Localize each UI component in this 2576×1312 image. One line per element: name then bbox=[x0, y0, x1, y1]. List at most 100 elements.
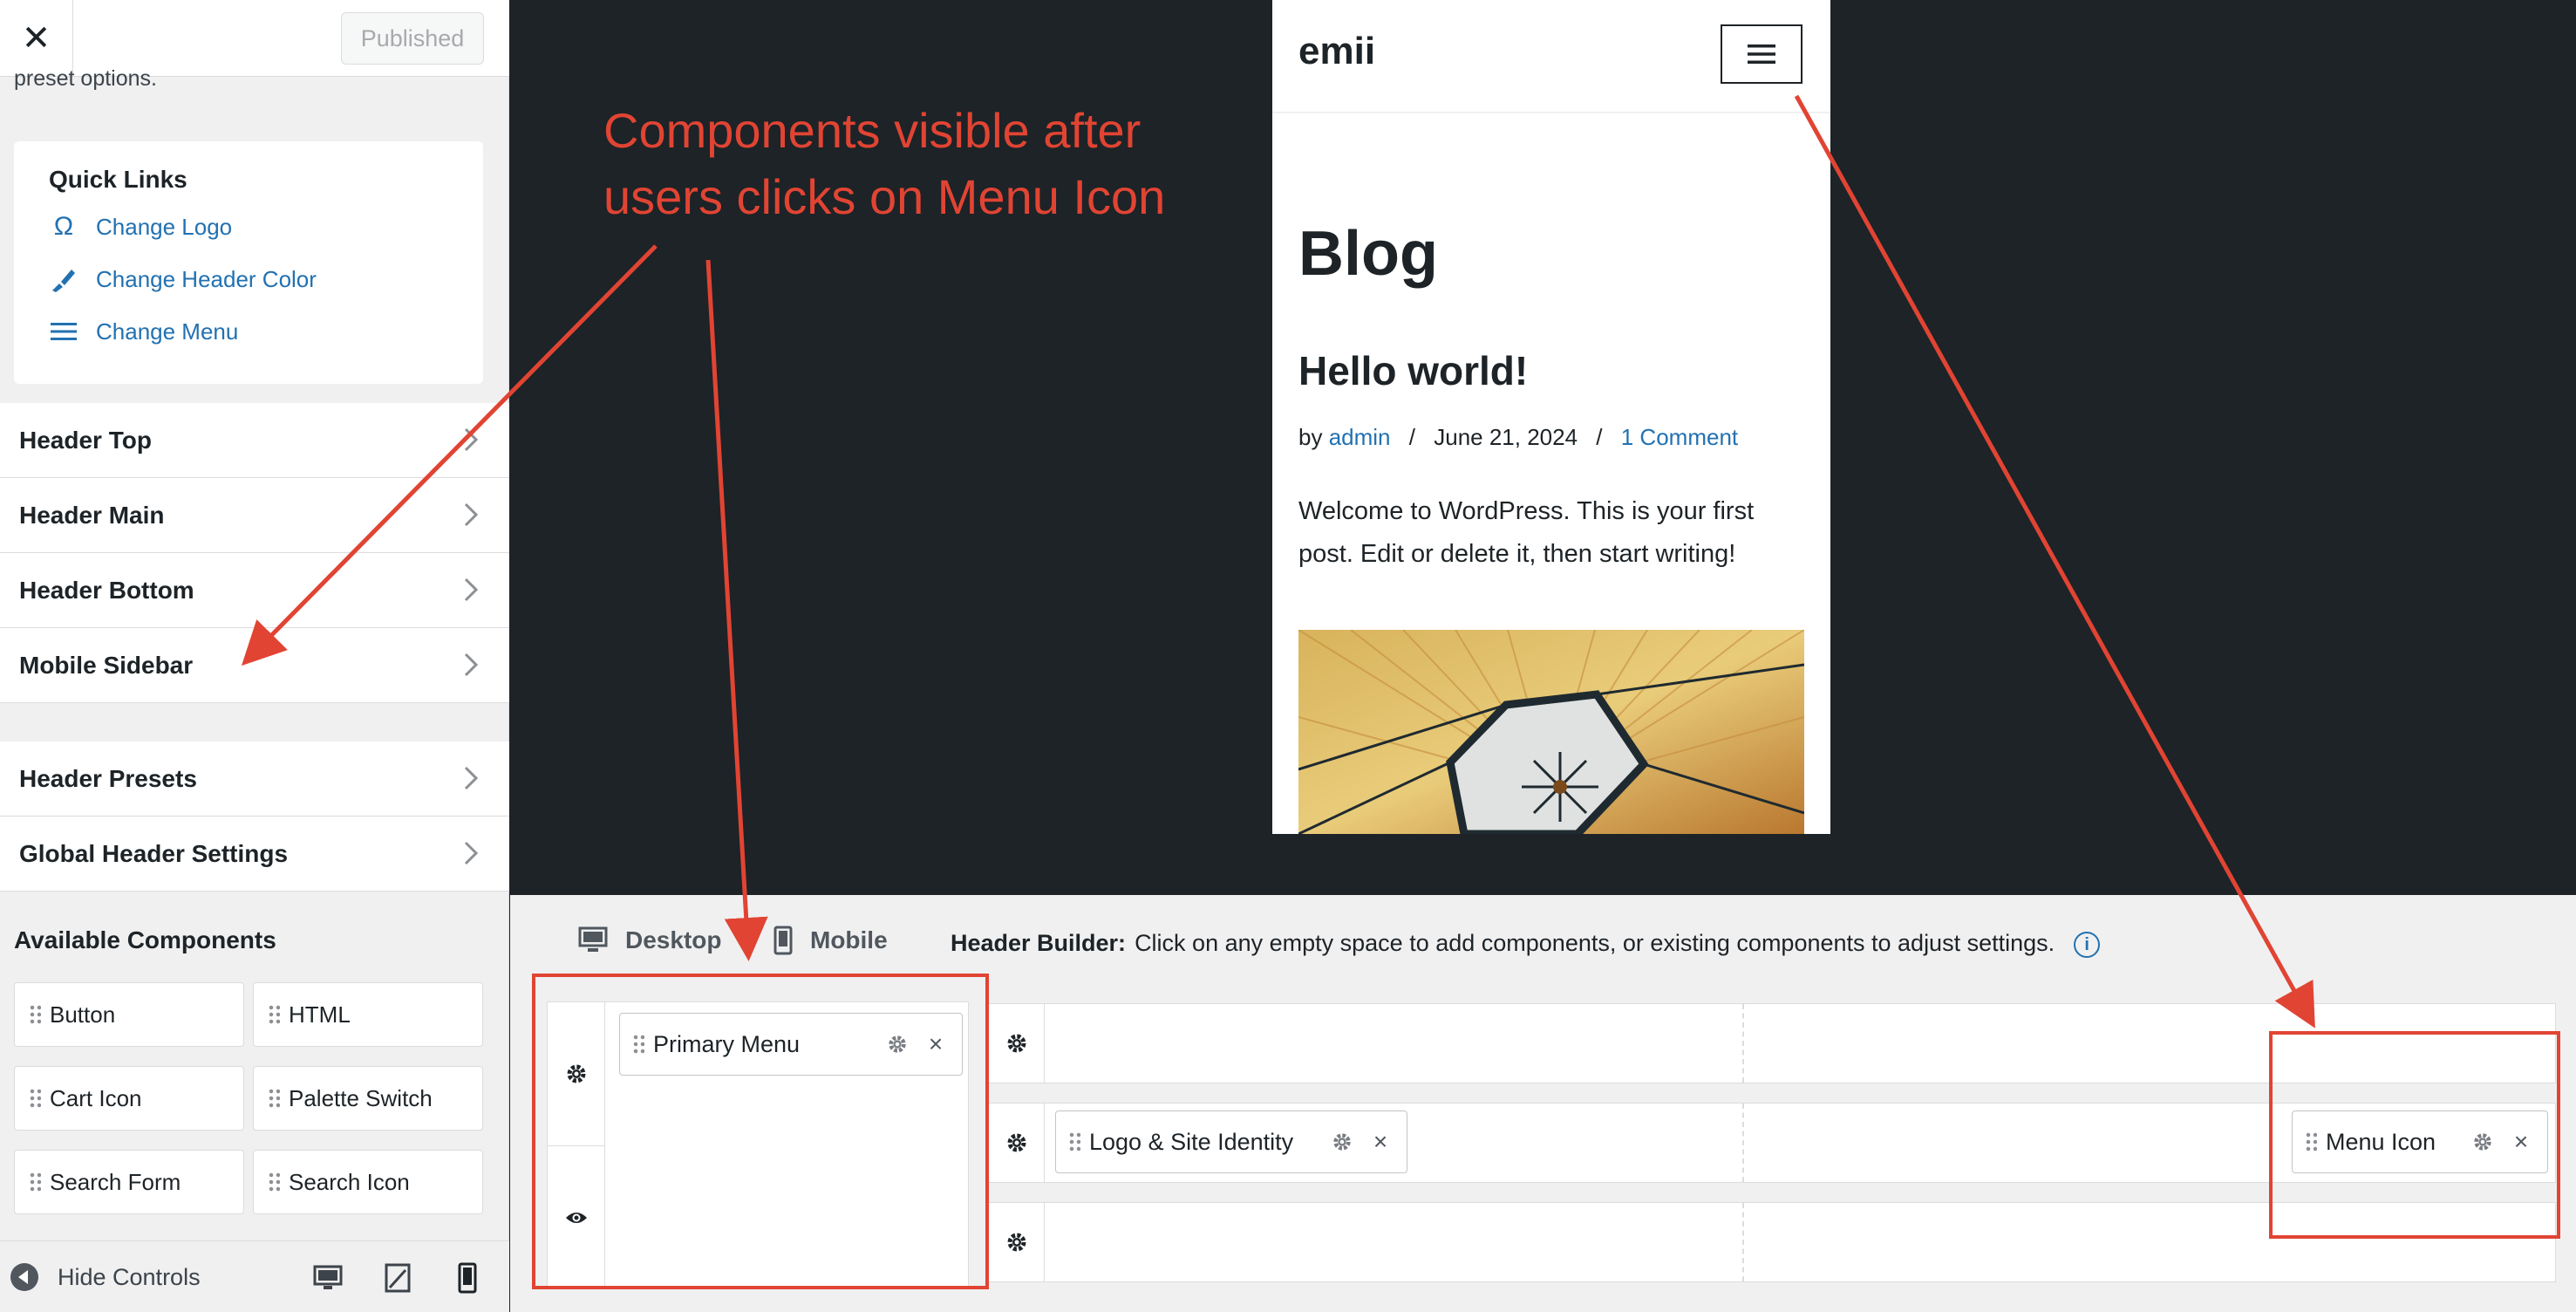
change-menu-link[interactable]: Change Menu bbox=[49, 314, 238, 349]
tab-desktop[interactable]: Desktop bbox=[578, 921, 721, 960]
component-cart-icon[interactable]: Cart Icon bbox=[14, 1066, 244, 1131]
drag-handle-icon bbox=[1068, 1131, 1080, 1152]
drag-handle-icon bbox=[268, 1172, 280, 1192]
post-excerpt: Welcome to WordPress. This is your first… bbox=[1298, 497, 1755, 568]
chevron-right-icon bbox=[464, 653, 479, 677]
component-search-icon[interactable]: Search Icon bbox=[253, 1150, 483, 1214]
component-search-form[interactable]: Search Form bbox=[14, 1150, 244, 1214]
close-button[interactable]: ✕ bbox=[0, 0, 73, 77]
gear-icon bbox=[1333, 1133, 1351, 1151]
section-header-main[interactable]: Header Main bbox=[0, 478, 509, 553]
builder-help-label: Header Builder: bbox=[951, 930, 1127, 956]
drag-handle-icon bbox=[29, 1088, 41, 1109]
quick-links-panel: Quick Links Ω Change Logo Change Header … bbox=[14, 141, 483, 384]
component-label: HTML bbox=[289, 1001, 351, 1028]
post-title[interactable]: Hello world! bbox=[1298, 347, 1528, 394]
section-header-top[interactable]: Header Top bbox=[0, 403, 509, 478]
annotation-text: Components visible after users clicks on… bbox=[603, 98, 1165, 230]
preset-options-text: preset options. bbox=[14, 66, 157, 91]
drag-handle-icon bbox=[268, 1004, 280, 1025]
tab-mobile[interactable]: Mobile bbox=[773, 921, 888, 960]
component-label: Palette Switch bbox=[289, 1084, 433, 1111]
section-label: Header Main bbox=[19, 501, 165, 529]
menu-toggle-button[interactable] bbox=[1721, 24, 1803, 84]
change-header-color-label: Change Header Color bbox=[96, 265, 317, 292]
desktop-icon bbox=[313, 1265, 343, 1289]
mobile-icon bbox=[773, 926, 793, 955]
tab-mobile-label: Mobile bbox=[810, 926, 888, 953]
menu-lines-icon bbox=[49, 321, 78, 342]
chevron-right-icon bbox=[464, 841, 479, 865]
row-settings-button[interactable] bbox=[989, 1203, 1045, 1281]
chevron-right-icon bbox=[464, 766, 479, 790]
chevron-right-icon bbox=[464, 577, 479, 602]
component-palette-switch[interactable]: Palette Switch bbox=[253, 1066, 483, 1131]
change-header-color-link[interactable]: Change Header Color bbox=[49, 262, 317, 297]
change-menu-label: Change Menu bbox=[96, 318, 239, 345]
chip-settings-button[interactable] bbox=[1323, 1123, 1361, 1161]
chip-logo-site-identity[interactable]: Logo & Site Identity × bbox=[1055, 1110, 1407, 1173]
mobile-preview-frame: emii Blog Hello world! by admin / June 2… bbox=[1272, 0, 1830, 834]
section-label: Mobile Sidebar bbox=[19, 651, 194, 679]
section-label: Header Bottom bbox=[19, 576, 194, 604]
omega-icon: Ω bbox=[53, 212, 74, 241]
section-label: Header Presets bbox=[19, 764, 197, 792]
row-settings-button[interactable] bbox=[989, 1104, 1045, 1182]
header-divider bbox=[1272, 112, 1830, 113]
page-title: Blog bbox=[1298, 219, 1438, 289]
annotation-box-menu-icon bbox=[2269, 1031, 2560, 1239]
component-button[interactable]: Button bbox=[14, 982, 244, 1047]
author-link[interactable]: admin bbox=[1329, 424, 1391, 450]
section-header-presets[interactable]: Header Presets bbox=[0, 741, 509, 817]
tab-desktop-label: Desktop bbox=[625, 926, 722, 953]
published-button[interactable]: Published bbox=[341, 12, 484, 65]
info-icon[interactable]: i bbox=[2074, 931, 2101, 958]
paintbrush-icon bbox=[49, 264, 78, 294]
gear-icon bbox=[1007, 1133, 1026, 1152]
sidebar-header: ✕ Published bbox=[0, 0, 509, 77]
row-column-divider bbox=[1742, 1203, 1744, 1281]
collapse-arrow-icon bbox=[10, 1263, 38, 1291]
comments-link[interactable]: 1 Comment bbox=[1621, 424, 1738, 450]
component-label: Cart Icon bbox=[50, 1084, 142, 1111]
tablet-icon bbox=[385, 1263, 411, 1293]
site-title[interactable]: emii bbox=[1298, 30, 1375, 73]
mobile-icon bbox=[458, 1262, 477, 1294]
component-label: Button bbox=[50, 1001, 116, 1028]
drag-handle-icon bbox=[29, 1004, 41, 1025]
annotation-line: Components visible after bbox=[603, 103, 1141, 158]
chip-label: Logo & Site Identity bbox=[1089, 1128, 1294, 1155]
chevron-right-icon bbox=[464, 502, 479, 527]
annotation-box-sidebar bbox=[532, 974, 989, 1289]
change-logo-label: Change Logo bbox=[96, 213, 233, 240]
chevron-right-icon bbox=[464, 427, 479, 452]
builder-help-description: Click on any empty space to add componen… bbox=[1135, 930, 2055, 956]
component-html[interactable]: HTML bbox=[253, 982, 483, 1047]
hamburger-icon bbox=[1748, 44, 1775, 64]
drag-handle-icon bbox=[29, 1172, 41, 1192]
chip-remove-button[interactable]: × bbox=[1361, 1123, 1400, 1161]
row-settings-button[interactable] bbox=[989, 1004, 1045, 1083]
sidebar-footer: Hide Controls bbox=[0, 1240, 509, 1312]
tablet-preview-button[interactable] bbox=[380, 1261, 415, 1295]
post-date: June 21, 2024 bbox=[1434, 424, 1578, 450]
section-global-header-settings[interactable]: Global Header Settings bbox=[0, 817, 509, 892]
mobile-preview-button[interactable] bbox=[450, 1261, 485, 1295]
section-header-bottom[interactable]: Header Bottom bbox=[0, 553, 509, 628]
customizer-sidebar: ✕ Published preset options. Quick Links … bbox=[0, 0, 509, 1312]
section-label: Global Header Settings bbox=[19, 839, 289, 867]
hide-controls-button[interactable]: Hide Controls bbox=[10, 1259, 201, 1295]
component-label: Search Form bbox=[50, 1168, 181, 1195]
desktop-preview-button[interactable] bbox=[310, 1261, 345, 1295]
section-label: Header Top bbox=[19, 426, 152, 454]
gear-icon bbox=[1007, 1034, 1026, 1053]
meta-separator: / bbox=[1596, 424, 1603, 450]
drag-handle-icon bbox=[268, 1088, 280, 1109]
available-components-title: Available Components bbox=[14, 926, 276, 953]
change-logo-link[interactable]: Ω Change Logo bbox=[49, 209, 232, 244]
annotation-line: users clicks on Menu Icon bbox=[603, 169, 1166, 224]
section-mobile-sidebar[interactable]: Mobile Sidebar bbox=[0, 628, 509, 703]
gear-icon bbox=[1007, 1233, 1026, 1252]
component-label: Search Icon bbox=[289, 1168, 410, 1195]
hide-controls-label: Hide Controls bbox=[58, 1263, 201, 1290]
